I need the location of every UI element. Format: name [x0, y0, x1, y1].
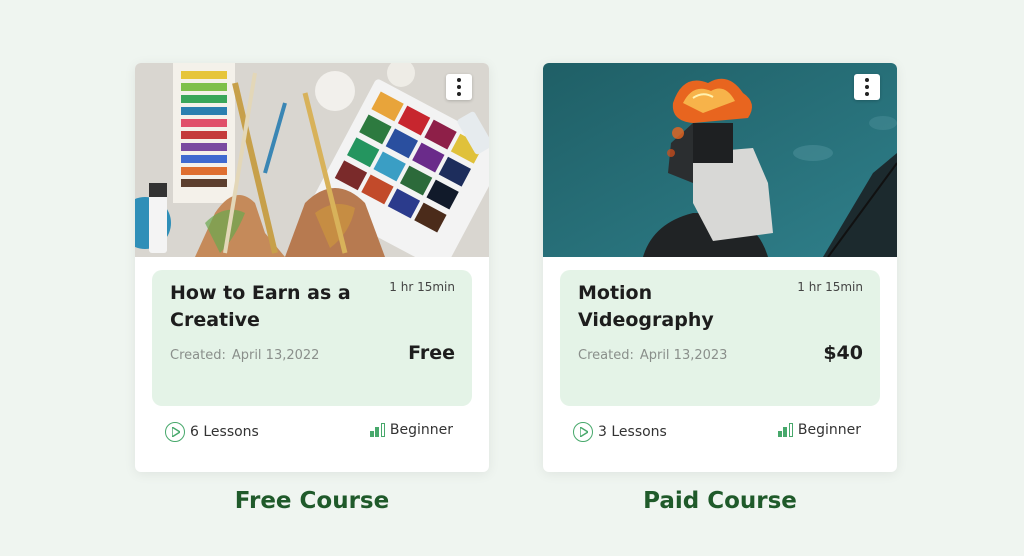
- lessons-label: 6 Lessons: [190, 424, 259, 440]
- course-duration: 1 hr 15min: [797, 280, 863, 294]
- art-supplies-image: [135, 63, 489, 257]
- course-footer: 6 Lessons Beginner: [165, 420, 453, 444]
- lessons-count: 6 Lessons: [165, 422, 259, 442]
- signal-bars-icon: [777, 423, 793, 437]
- level-label: Beginner: [389, 422, 453, 438]
- play-circle-icon: [573, 422, 593, 442]
- course-title[interactable]: How to Earn as a Creative: [170, 280, 380, 334]
- lessons-label: 3 Lessons: [598, 424, 667, 440]
- created-label: Created:: [170, 348, 226, 363]
- caption-paid-course: Paid Course: [643, 488, 797, 514]
- created-date-value: April 13,2023: [639, 348, 728, 363]
- created-date: Created: April 13,2023: [578, 348, 727, 363]
- play-circle-icon: [165, 422, 185, 442]
- course-card-paid[interactable]: Motion Videography 1 hr 15min Created: Ap…: [543, 63, 897, 472]
- lessons-count: 3 Lessons: [573, 422, 667, 442]
- course-card-free[interactable]: How to Earn as a Creative 1 hr 15min Cre…: [135, 63, 489, 472]
- created-date: Created: April 13,2022: [170, 348, 319, 363]
- course-duration: 1 hr 15min: [389, 280, 455, 294]
- more-vertical-icon[interactable]: [854, 74, 880, 100]
- course-info-box: Motion Videography 1 hr 15min Created: Ap…: [560, 270, 880, 406]
- course-info-box: How to Earn as a Creative 1 hr 15min Cre…: [152, 270, 472, 406]
- course-price: $40: [823, 342, 863, 364]
- level-label: Beginner: [797, 422, 861, 438]
- course-level: Beginner: [777, 422, 861, 438]
- created-date-value: April 13,2022: [231, 348, 320, 363]
- course-thumbnail[interactable]: [543, 63, 897, 257]
- course-footer: 3 Lessons Beginner: [573, 420, 861, 444]
- signal-bars-icon: [369, 423, 385, 437]
- created-label: Created:: [578, 348, 634, 363]
- caption-free-course: Free Course: [234, 488, 390, 514]
- course-price: Free: [408, 342, 455, 364]
- course-title[interactable]: Motion Videography: [578, 280, 788, 334]
- course-level: Beginner: [369, 422, 453, 438]
- more-vertical-icon[interactable]: [446, 74, 472, 100]
- course-thumbnail[interactable]: [135, 63, 489, 257]
- motion-videography-image: [543, 63, 897, 257]
